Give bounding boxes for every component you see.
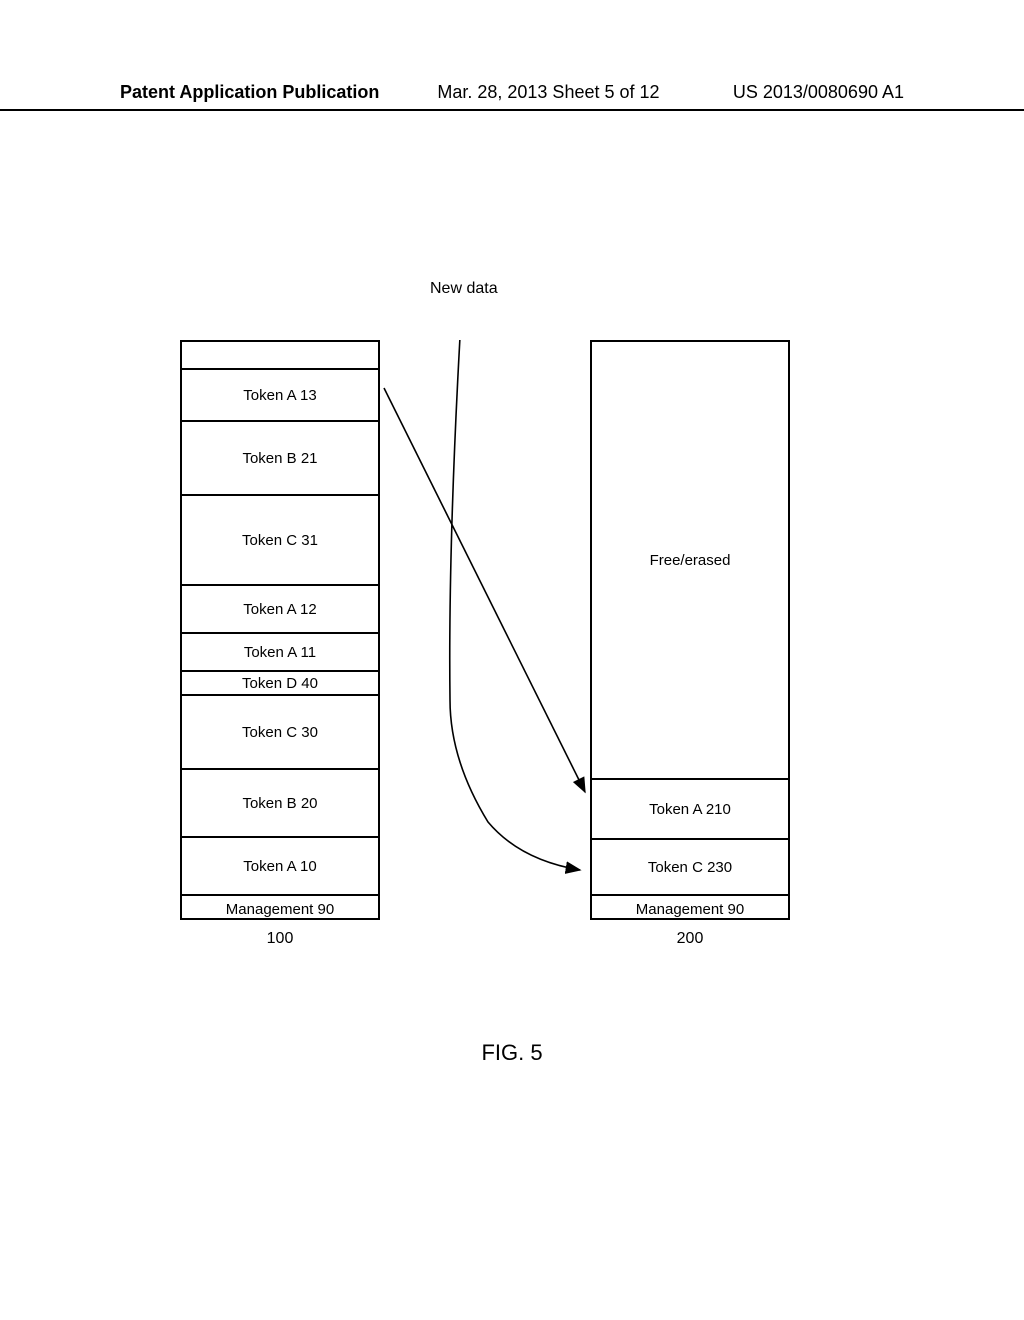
block-cell: Token A 11 — [182, 634, 378, 672]
block-cell: Token A 13 — [182, 370, 378, 422]
block-cell: Token C 230 — [592, 840, 788, 896]
block-cell — [182, 342, 378, 370]
block-cell: Token C 31 — [182, 496, 378, 586]
block-cell: Token A 12 — [182, 586, 378, 634]
right-block-caption: 200 — [590, 930, 790, 948]
block-cell: Management 90 — [592, 896, 788, 922]
block-cell: Token A 210 — [592, 780, 788, 840]
block-cell: Free/erased — [592, 342, 788, 780]
header-date-sheet: Mar. 28, 2013 Sheet 5 of 12 — [437, 82, 659, 103]
block-cell: Token A 10 — [182, 838, 378, 896]
header-pubnum: US 2013/0080690 A1 — [733, 82, 904, 103]
annotation-new-data: New data — [430, 280, 498, 298]
left-block: Token A 13Token B 21Token C 31Token A 12… — [180, 340, 380, 920]
figure-caption: FIG. 5 — [0, 1040, 1024, 1066]
block-cell: Token C 30 — [182, 696, 378, 770]
figure-diagram: New data Token A 13Token B 21Token C 31T… — [180, 340, 860, 1060]
right-block: Free/erasedToken A 210Token C 230Managem… — [590, 340, 790, 920]
block-cell: Token D 40 — [182, 672, 378, 696]
block-cell: Token B 20 — [182, 770, 378, 838]
block-cell: Token B 21 — [182, 422, 378, 496]
left-block-caption: 100 — [180, 930, 380, 948]
page-header: Patent Application Publication Mar. 28, … — [0, 82, 1024, 111]
header-pub: Patent Application Publication — [120, 82, 379, 103]
block-cell: Management 90 — [182, 896, 378, 922]
